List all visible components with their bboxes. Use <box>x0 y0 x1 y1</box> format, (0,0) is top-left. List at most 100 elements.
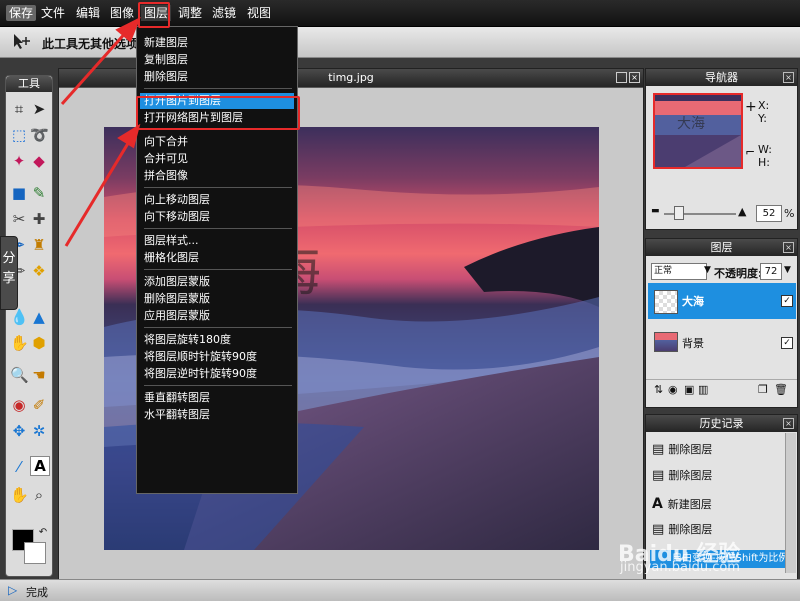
opacity-label: 不透明度: <box>714 267 763 280</box>
history-close-icon[interactable]: × <box>783 418 794 429</box>
dodge-tool-icon[interactable]: ✋ <box>10 334 29 352</box>
opacity-chevron-icon[interactable]: ▼ <box>784 265 791 275</box>
burn-tool-icon[interactable]: ⬢ <box>30 334 48 352</box>
menu-file[interactable]: 文件 <box>38 5 68 21</box>
layer-menu-item[interactable]: 垂直翻转图层 <box>144 390 290 406</box>
marquee-tool-icon[interactable]: ⬚ <box>10 126 28 144</box>
zoom-slider-thumb[interactable] <box>674 206 684 220</box>
layer-menu-item[interactable]: 水平翻转图层 <box>144 407 290 423</box>
sponge-icon[interactable]: ❖ <box>30 262 48 280</box>
menu-adjust[interactable]: 调整 <box>175 5 205 21</box>
zoom-input[interactable]: 52 <box>756 205 782 222</box>
layer-mask-icon[interactable]: ▣ <box>684 383 694 396</box>
menu-view[interactable]: 视图 <box>244 5 274 21</box>
layers-panel-title: 图层 <box>646 239 797 256</box>
zoom-in-icon[interactable]: ▲ <box>738 205 746 218</box>
layers-panel: 图层 × 正常 ▼ 不透明度: 72 ▼ 大海 ✓ 背景 ✓ ⇅ ◉ ▣ ▥ ❐… <box>645 238 798 408</box>
layer-row-dahai[interactable]: 大海 ✓ <box>648 283 796 319</box>
bloat-icon[interactable]: ✲ <box>30 422 48 440</box>
navigator-thumbnail[interactable]: 大海 <box>653 93 743 169</box>
layer-menu-item[interactable]: 添加图层蒙版 <box>144 274 290 290</box>
layer-menu-item[interactable]: 向下移动图层 <box>144 209 290 225</box>
history-scrollbar[interactable] <box>785 433 796 573</box>
layer-name[interactable]: 背景 <box>682 335 704 351</box>
share-tab[interactable]: 分享 <box>0 236 18 310</box>
new-layer-icon[interactable]: ❐ <box>758 383 768 396</box>
menu-save[interactable]: 保存 <box>6 5 37 21</box>
swap-colors-icon[interactable]: ↶ <box>34 524 52 542</box>
layer-menu-item[interactable]: 将图层顺时针旋转90度 <box>144 349 290 365</box>
options-bar: 此工具无其他选项 <box>0 27 800 58</box>
opacity-input[interactable]: 72 <box>760 263 782 280</box>
navigator-w-label: W: <box>758 143 772 156</box>
gradient-tool-icon[interactable]: ■ <box>10 184 28 202</box>
layer-settings-icon[interactable]: ◉ <box>668 383 678 396</box>
hand-pan-icon[interactable]: ✋ <box>10 486 29 504</box>
menu-edit[interactable]: 编辑 <box>73 5 103 21</box>
history-item[interactable]: A 新建图层 <box>652 493 712 515</box>
magic-wand-icon[interactable]: ✦ <box>10 152 28 170</box>
layer-menu-item[interactable]: 栅格化图层 <box>144 250 290 266</box>
layer-menu-item[interactable]: 应用图层蒙版 <box>144 308 290 324</box>
crop-tool-icon[interactable]: ⌗ <box>10 100 28 118</box>
color-picker-icon[interactable]: ⁄ <box>10 458 28 476</box>
layer-menu-item[interactable]: 新建图层 <box>144 35 290 51</box>
canvas-close-icon[interactable]: × <box>629 72 640 83</box>
layer-menu-item[interactable]: 拼合图像 <box>144 168 290 184</box>
menu-image[interactable]: 图像 <box>107 5 137 21</box>
layer-thumb-transparent <box>654 290 678 314</box>
blur-tool-icon[interactable]: 💧 <box>10 308 29 326</box>
move-tool-icon[interactable]: ➤ <box>30 100 48 118</box>
layer-menu-item[interactable]: 图层样式... <box>144 233 290 249</box>
toggle-panel-icon[interactable]: ▷ <box>8 583 17 597</box>
layer-menu-item[interactable]: 复制图层 <box>144 52 290 68</box>
background-color-swatch[interactable] <box>24 542 46 564</box>
baidu-watermark-url: jingyan.baidu.com <box>620 560 740 575</box>
layer-menu-item[interactable]: 将图层逆时针旋转90度 <box>144 366 290 382</box>
navigator-close-icon[interactable]: × <box>783 72 794 83</box>
highlight-menu-layer <box>138 2 170 28</box>
highlight-open-image-to-layer <box>136 96 300 130</box>
history-item[interactable]: ▤ 删除图层 <box>652 439 712 461</box>
layer-menu-item[interactable]: 将图层旋转180度 <box>144 332 290 348</box>
history-item[interactable]: ▤ 删除图层 <box>652 465 712 487</box>
navigator-thumb-text: 大海 <box>677 116 705 132</box>
navigator-h-label: H: <box>758 156 770 169</box>
layer-row-background[interactable]: 背景 ✓ <box>648 325 796 361</box>
history-item-label: 删除图层 <box>668 523 713 536</box>
stamp-icon[interactable]: ♜ <box>30 236 48 254</box>
layer-visibility-checkbox[interactable]: ✓ <box>781 337 793 349</box>
layer-visibility-checkbox[interactable]: ✓ <box>781 295 793 307</box>
blend-mode-chevron-icon[interactable]: ▼ <box>704 265 711 275</box>
blend-mode-select[interactable]: 正常 <box>651 263 707 280</box>
bucket-icon[interactable]: ✚ <box>30 210 48 228</box>
pencil-icon[interactable]: ✎ <box>30 184 48 202</box>
eraser-icon[interactable]: ◆ <box>30 152 48 170</box>
menu-filter[interactable]: 滤镜 <box>209 5 239 21</box>
clone-stamp-icon[interactable]: ✂ <box>10 210 28 228</box>
lasso-tool-icon[interactable]: ➰ <box>30 126 49 144</box>
layers-close-icon[interactable]: × <box>783 242 794 253</box>
pinch-icon[interactable]: ✥ <box>10 422 28 440</box>
layer-menu-item[interactable]: 删除图层蒙版 <box>144 291 290 307</box>
layer-menu-item[interactable]: 删除图层 <box>144 69 290 85</box>
layer-up-down-icon[interactable]: ⇅ <box>654 383 663 396</box>
sharpen-tool-icon[interactable]: ▲ <box>30 308 48 326</box>
zoom-out-icon[interactable]: ▬ <box>651 206 660 216</box>
zoom-tool-icon[interactable]: 🔍 <box>10 366 29 384</box>
layer-menu-item[interactable]: 合并可见 <box>144 151 290 167</box>
layer-delete-icon[interactable]: ▥ <box>698 383 708 396</box>
text-tool-icon[interactable]: A <box>30 456 50 476</box>
trash-icon[interactable]: 🗑 <box>774 383 788 396</box>
layer-thumb-photo <box>654 332 678 352</box>
hand-tool-icon[interactable]: ☚ <box>30 366 48 384</box>
text-icon: A <box>652 496 668 512</box>
share-tab-label: 分享 <box>2 251 16 286</box>
picker-icon[interactable]: ✐ <box>30 396 48 414</box>
magnifier-icon[interactable]: ⌕ <box>30 486 48 504</box>
canvas-maximize-icon[interactable] <box>616 72 627 83</box>
layer-name[interactable]: 大海 <box>682 293 704 309</box>
red-eye-icon[interactable]: ◉ <box>10 396 28 414</box>
layer-menu-item[interactable]: 向上移动图层 <box>144 192 290 208</box>
layer-menu-item[interactable]: 向下合并 <box>144 134 290 150</box>
